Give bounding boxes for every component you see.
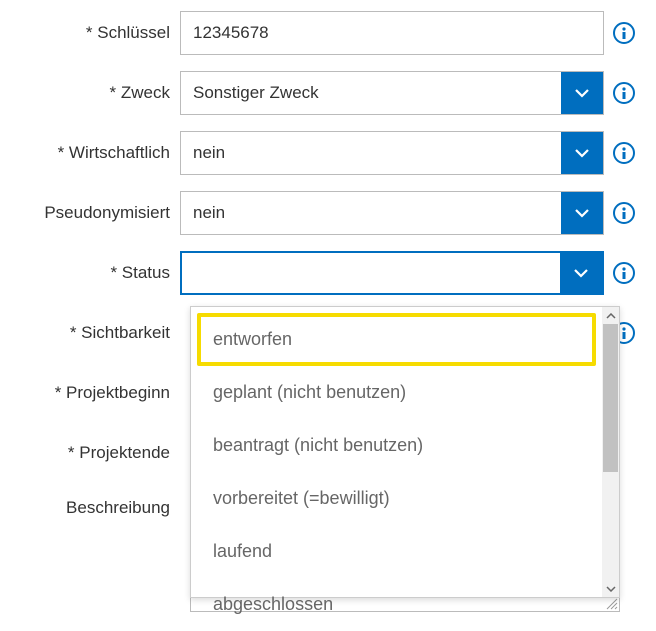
label-description: Beschreibung xyxy=(12,490,180,518)
pseudonymized-select[interactable]: nein xyxy=(180,191,604,235)
form-page: * Schlüssel * Zweck Sonstiger Zweck xyxy=(0,0,656,560)
row-key: * Schlüssel xyxy=(12,10,644,56)
scrollbar-thumb[interactable] xyxy=(603,324,618,472)
scrollbar-track xyxy=(602,324,619,580)
label-visibility: * Sichtbarkeit xyxy=(12,323,180,343)
chevron-down-icon xyxy=(561,72,603,114)
info-icon[interactable] xyxy=(613,202,635,224)
row-status: * Status xyxy=(12,250,644,296)
row-commercial: * Wirtschaftlich nein xyxy=(12,130,644,176)
pseudonymized-select-value: nein xyxy=(181,192,561,234)
chevron-down-icon xyxy=(561,192,603,234)
label-project-end: * Projektende xyxy=(12,443,180,463)
label-status: * Status xyxy=(12,263,180,283)
info-icon[interactable] xyxy=(613,142,635,164)
status-option[interactable]: abgeschlossen xyxy=(197,578,596,631)
status-select[interactable] xyxy=(180,251,604,295)
commercial-select[interactable]: nein xyxy=(180,131,604,175)
status-select-value xyxy=(182,253,560,293)
status-dropdown-panel: entworfengeplant (nicht benutzen)beantra… xyxy=(190,306,620,598)
commercial-select-value: nein xyxy=(181,132,561,174)
info-icon[interactable] xyxy=(613,22,635,44)
label-key: * Schlüssel xyxy=(12,23,180,43)
status-option[interactable]: beantragt (nicht benutzen) xyxy=(197,419,596,472)
row-purpose: * Zweck Sonstiger Zweck xyxy=(12,70,644,116)
key-input[interactable] xyxy=(180,11,604,55)
label-commercial: * Wirtschaftlich xyxy=(12,143,180,163)
row-pseudonymized: Pseudonymisiert nein xyxy=(12,190,644,236)
purpose-select[interactable]: Sonstiger Zweck xyxy=(180,71,604,115)
resize-grip-icon xyxy=(604,596,618,610)
scroll-down-icon xyxy=(602,580,619,597)
status-option[interactable]: vorbereitet (=bewilligt) xyxy=(197,472,596,525)
label-project-start: * Projektbeginn xyxy=(12,383,180,403)
chevron-down-icon xyxy=(561,132,603,174)
lower-rows: * Sichtbarkeit * Projektbeginn * Projekt… xyxy=(12,310,644,536)
purpose-select-value: Sonstiger Zweck xyxy=(181,72,561,114)
scroll-up-icon xyxy=(602,307,619,324)
control-key xyxy=(180,11,604,55)
label-purpose: * Zweck xyxy=(12,83,180,103)
dropdown-scrollbar[interactable] xyxy=(602,307,619,597)
label-pseudonymized: Pseudonymisiert xyxy=(12,203,180,223)
info-icon[interactable] xyxy=(613,82,635,104)
status-option[interactable]: laufend xyxy=(197,525,596,578)
status-option[interactable]: entworfen xyxy=(197,313,596,366)
status-option[interactable]: geplant (nicht benutzen) xyxy=(197,366,596,419)
chevron-down-icon xyxy=(560,253,602,293)
status-dropdown-list: entworfengeplant (nicht benutzen)beantra… xyxy=(191,307,602,597)
info-icon[interactable] xyxy=(613,262,635,284)
